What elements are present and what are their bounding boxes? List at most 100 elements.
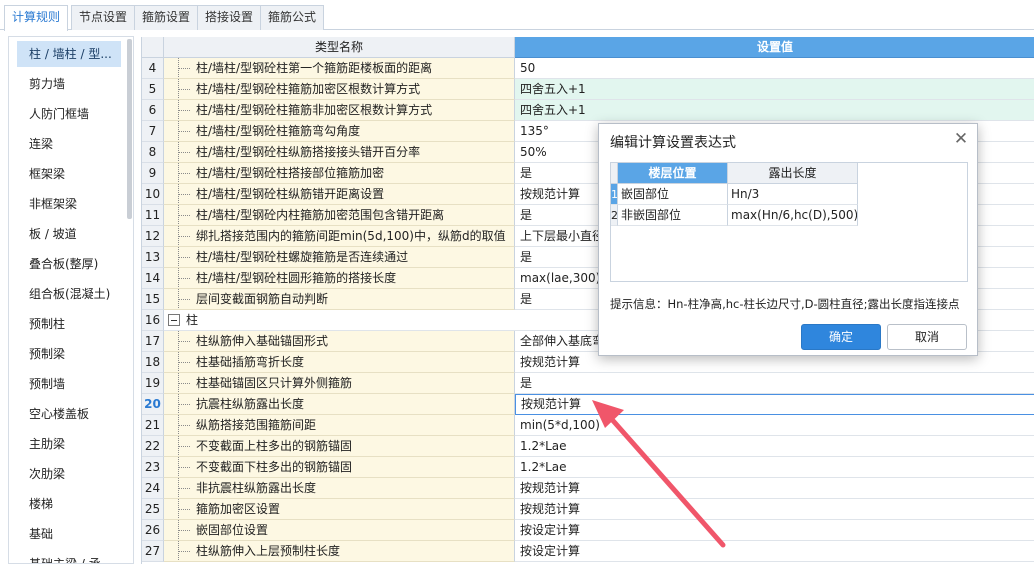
table-row[interactable]: 24 非抗震柱纵筋露出长度 按规范计算 [142,478,1034,499]
table-row[interactable]: 25 箍筋加密区设置 按规范计算 [142,499,1034,520]
setting-name-cell: 箍筋加密区设置 [164,499,515,520]
setting-value-cell[interactable]: 按规范计算 [515,499,1034,520]
setting-value-cell[interactable]: 50 [515,58,1034,79]
sidebar-item[interactable]: 楼梯 [17,491,121,517]
setting-value-cell[interactable]: 按设定计算 [515,541,1034,562]
setting-value-cell[interactable]: 四舍五入+1 [515,79,1034,100]
sidebar-item[interactable]: 人防门框墙 [17,101,121,127]
sidebar-item[interactable]: 框架梁 [17,161,121,187]
cancel-button[interactable]: 取消 [887,324,967,350]
row-number: 14 [142,268,164,289]
row-number: 26 [142,520,164,541]
collapse-icon[interactable] [168,314,180,326]
setting-name-text: 非抗震柱纵筋露出长度 [196,481,317,495]
sidebar-scrollbar[interactable] [127,39,132,219]
grid-header-name: 类型名称 [164,37,515,58]
table-row[interactable]: 27 柱纵筋伸入上层预制柱长度 按设定计算 [142,541,1034,562]
expr-position-cell[interactable]: 嵌固部位 [618,184,728,205]
setting-name-text: 柱/墙柱/型钢砼内柱箍筋加密范围包含错开距离 [196,208,445,222]
tree-branch [178,383,190,384]
setting-name-text: 箍筋加密区设置 [196,502,281,516]
sidebar-item[interactable]: 叠合板(整厚) [17,251,121,277]
row-number: 6 [142,100,164,121]
sidebar-item[interactable]: 剪力墙 [17,71,121,97]
setting-name-text: 层间变截面钢筋自动判断 [196,292,329,306]
tab-lap-settings[interactable]: 搭接设置 [197,5,262,30]
sidebar-item[interactable]: 板 / 坡道 [17,221,121,247]
sidebar-item[interactable]: 组合板(混凝土) [17,281,121,307]
tree-branch [178,404,190,405]
setting-name-text: 柱/墙柱/型钢砼柱纵筋错开距离设置 [196,187,385,201]
setting-name-cell: 柱基础锚固区只计算外侧箍筋 [164,373,515,394]
setting-value-cell[interactable]: 四舍五入+1 [515,100,1034,121]
sidebar-item[interactable]: 连梁 [17,131,121,157]
tree-branch [178,299,190,300]
group-label: 柱 [186,313,199,327]
tree-branch [178,467,190,468]
setting-name-cell: 不变截面下柱多出的钢筋锚固 [164,457,515,478]
hint-text: 提示信息：Hn-柱净高,hc-柱长边尺寸,D-圆柱直径;露出长度指连接点 [610,297,960,311]
setting-name-text: 柱/墙柱/型钢砼柱纵筋搭接接头错开百分率 [196,145,421,159]
row-number: 12 [142,226,164,247]
row-number: 10 [142,184,164,205]
setting-name-cell: 柱/墙柱/型钢砼柱螺旋箍筋是否连续通过 [164,247,515,268]
table-row[interactable]: 4 柱/墙柱/型钢砼柱第一个箍筋距楼板面的距离 50 [142,58,1034,79]
sidebar-item[interactable]: 主肋梁 [17,431,121,457]
sidebar-item[interactable]: 空心楼盖板 [17,401,121,427]
expr-length-cell[interactable]: Hn/3 [728,184,858,205]
expr-header-position: 楼层位置 [618,163,728,184]
table-row[interactable]: 21 纵筋搭接范围箍筋间距 min(5*d,100) [142,415,1034,436]
setting-name-text: 纵筋搭接范围箍筋间距 [196,418,317,432]
row-number: 11 [142,205,164,226]
table-row[interactable]: 6 柱/墙柱/型钢砼柱箍筋非加密区根数计算方式 四舍五入+1 [142,100,1034,121]
setting-value-cell[interactable]: 1.2*Lae [515,436,1034,457]
table-row[interactable]: 5 柱/墙柱/型钢砼柱箍筋加密区根数计算方式 四舍五入+1 [142,79,1034,100]
tree-branch [178,131,190,132]
row-number: 22 [142,436,164,457]
sidebar-item[interactable]: 非框架梁 [17,191,121,217]
row-number: 8 [142,142,164,163]
ok-button[interactable]: 确定 [801,324,881,350]
sidebar-item[interactable]: 预制柱 [17,311,121,337]
tree-branch [178,488,190,489]
tab-calc-rules[interactable]: 计算规则 [4,5,69,31]
sidebar-item[interactable]: 预制梁 [17,341,121,367]
expr-row-num: 2 [611,205,618,226]
setting-name-text: 柱纵筋伸入基础锚固形式 [196,334,329,348]
table-row[interactable]: 23 不变截面下柱多出的钢筋锚固 1.2*Lae [142,457,1034,478]
sidebar-item[interactable]: 柱 / 墙柱 / 型... [17,41,121,67]
sidebar-item[interactable]: 预制墙 [17,371,121,397]
setting-name-text: 柱/墙柱/型钢砼柱螺旋箍筋是否连续通过 [196,250,409,264]
row-number: 4 [142,58,164,79]
sidebar-item[interactable]: 次肋梁 [17,461,121,487]
setting-value-cell[interactable]: min(5*d,100) [515,415,1034,436]
grid-header-value: 设置值 [515,37,1034,58]
table-row[interactable]: 20 抗震柱纵筋露出长度 按规范计算 [142,394,1034,415]
setting-value-cell[interactable]: 按规范计算 [515,478,1034,499]
table-row[interactable]: 26 嵌固部位设置 按设定计算 [142,520,1034,541]
table-row[interactable]: 19 柱基础锚固区只计算外侧箍筋 是 [142,373,1034,394]
setting-name-cell: 层间变截面钢筋自动判断 [164,289,515,310]
row-number: 18 [142,352,164,373]
setting-name-cell: 柱/墙柱/型钢砼柱纵筋错开距离设置 [164,184,515,205]
tree-branch [178,110,190,111]
setting-name-cell: 绑扎搭接范围内的箍筋间距min(5d,100)中，纵筋d的取值 [164,226,515,247]
setting-value-cell[interactable]: 按规范计算 [515,394,1034,415]
tree-branch [178,509,190,510]
expr-position-cell[interactable]: 非嵌固部位 [618,205,728,226]
setting-name-cell: 柱/墙柱/型钢砼内柱箍筋加密范围包含错开距离 [164,205,515,226]
tree-branch [178,194,190,195]
sidebar-item[interactable]: 基础 [17,521,121,547]
close-icon[interactable]: ✕ [952,130,970,148]
tab-node-settings[interactable]: 节点设置 [71,5,136,30]
setting-value-cell[interactable]: 是 [515,373,1034,394]
setting-value-cell[interactable]: 1.2*Lae [515,457,1034,478]
setting-value-cell[interactable]: 按设定计算 [515,520,1034,541]
expr-length-cell[interactable]: max(Hn/6,hc(D),500) [728,205,858,226]
sidebar-item[interactable]: 基础主梁 / 承 [17,551,121,563]
tab-stirrup-settings[interactable]: 箍筋设置 [134,5,199,30]
tab-stirrup-formula[interactable]: 箍筋公式 [260,5,325,30]
expr-header-num [611,163,618,184]
table-row[interactable]: 22 不变截面上柱多出的钢筋锚固 1.2*Lae [142,436,1034,457]
setting-name-text: 不变截面下柱多出的钢筋锚固 [196,460,353,474]
